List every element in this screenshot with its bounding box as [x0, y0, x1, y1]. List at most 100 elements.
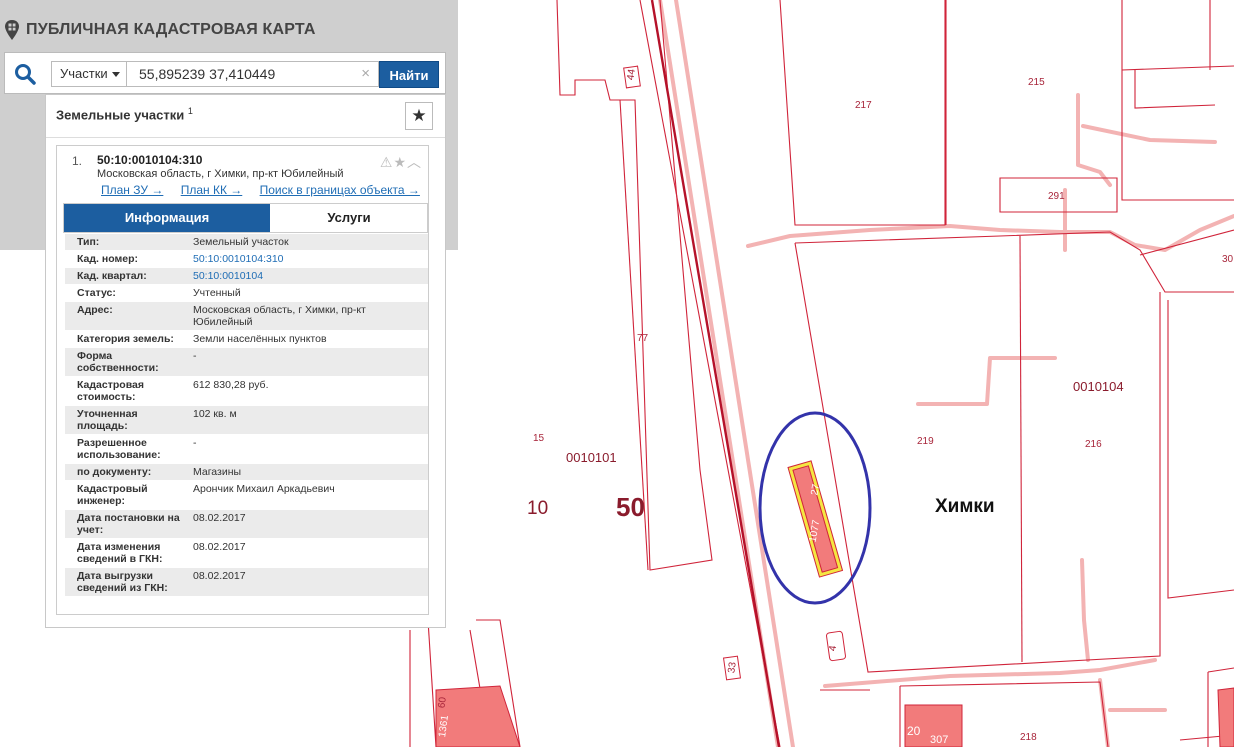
result-card: 1. 50:10:0010104:310 Московская область,…	[56, 145, 429, 615]
info-key: Дата изменения сведений в ГКН:	[77, 541, 163, 565]
road-line	[823, 658, 1157, 688]
info-key: Разрешенное использование:	[77, 437, 161, 461]
plan-zu-link[interactable]: План ЗУ →	[101, 183, 163, 197]
info-key: Дата постановки на учет:	[77, 512, 180, 536]
map-label: 77	[637, 333, 649, 344]
search-button[interactable]: Найти	[379, 61, 439, 88]
result-index: 1.	[72, 154, 83, 168]
parcel-boundary	[794, 242, 1161, 673]
result-tabs: Информация Услуги	[63, 203, 428, 233]
favorite-button[interactable]: ★	[405, 102, 433, 130]
highway-line	[650, 0, 781, 747]
map-label: 219	[917, 436, 934, 447]
results-count: 1	[187, 106, 193, 116]
info-key: Тип:	[77, 236, 100, 248]
map-label: 15	[533, 433, 545, 444]
info-key: Кадастровая стоимость:	[77, 379, 144, 403]
info-value: -	[193, 350, 197, 362]
map-label: 44	[625, 68, 638, 81]
parcel-boundary	[1139, 229, 1234, 256]
search-input[interactable]: 55,895239 37,410449 ×	[127, 61, 379, 87]
parcel-boundary	[1121, 0, 1234, 201]
quarter-label: 0010101	[566, 450, 617, 465]
plan-kk-link[interactable]: План КК →	[181, 183, 243, 197]
map-label: 307	[930, 734, 948, 746]
parcel-boundary	[1019, 235, 1023, 663]
search-icon[interactable]	[13, 62, 37, 86]
parcel-boundary	[779, 0, 946, 226]
info-key: Категория земель:	[77, 333, 174, 345]
info-row: Категория земель: Земли населённых пункто…	[65, 331, 428, 348]
map-label: 218	[1020, 732, 1037, 743]
info-row: Дата изменения сведений в ГКН: 08.02.2017	[65, 539, 428, 568]
district-label: 10	[527, 498, 548, 519]
result-cad-number[interactable]: 50:10:0010104:310	[97, 153, 202, 167]
info-row: Кад. номер: 50:10:0010104:310	[65, 251, 428, 268]
parcel-fill	[1217, 687, 1234, 747]
star-icon[interactable]: ★	[393, 154, 407, 170]
search-in-bounds-link[interactable]: Поиск в границах объекта →	[260, 183, 420, 197]
map-label: 216	[1085, 439, 1102, 450]
result-actions: ⚠★︿	[380, 152, 422, 172]
info-row: по документу: Магазины	[65, 464, 428, 481]
info-value: Арончик Михаил Аркадьевич	[193, 483, 335, 495]
info-value: 08.02.2017	[193, 541, 246, 553]
info-row: Тип: Земельный участок	[65, 234, 428, 251]
info-key: Кадастровый инженер:	[77, 483, 148, 507]
info-key: Статус:	[77, 287, 116, 299]
warning-icon[interactable]: ⚠	[380, 154, 394, 170]
search-type-select[interactable]: Участки	[51, 61, 127, 87]
info-row: Кадастровый инженер: Арончик Михаил Аркад…	[65, 481, 428, 510]
info-value: Земельный участок	[193, 236, 289, 248]
info-row: Статус: Учтенный	[65, 285, 428, 302]
info-key: Адрес:	[77, 304, 113, 316]
map-label: 217	[855, 100, 872, 111]
info-value[interactable]: 50:10:0010104	[185, 268, 428, 284]
search-query: 55,895239 37,410449	[139, 66, 276, 82]
road-line	[1076, 93, 1112, 187]
info-value: 08.02.2017	[193, 512, 246, 524]
map-label: 215	[1028, 77, 1045, 88]
info-value: Земли населённых пунктов	[193, 333, 327, 345]
road-line	[916, 356, 1057, 406]
city-label: Химки	[935, 496, 995, 517]
road-line	[1080, 558, 1090, 662]
info-value[interactable]: 50:10:0010104:310	[185, 251, 428, 267]
search-bar: Участки 55,895239 37,410449 × Найти	[4, 52, 446, 94]
chevron-up-icon[interactable]: ︿	[407, 154, 422, 170]
info-table: Тип: Земельный участок Кад. номер: 50:10:00…	[65, 234, 428, 597]
info-row: Кад. квартал: 50:10:0010104	[65, 268, 428, 285]
quarter-label: 0010104	[1073, 379, 1124, 394]
parcel-boundary	[794, 231, 1234, 293]
info-key: Кад. квартал:	[77, 270, 147, 282]
region-label: 50	[616, 492, 645, 522]
road-line	[1081, 124, 1217, 144]
map-label: 60	[436, 696, 449, 709]
info-row: Адрес: Московская область, г Химки, пр-кт…	[65, 302, 428, 331]
map-label: 291	[1048, 191, 1065, 202]
parcel-boundary	[1121, 65, 1234, 71]
tab-information[interactable]: Информация	[64, 204, 270, 232]
close-icon[interactable]: ×	[361, 62, 370, 86]
selected-parcel[interactable]	[787, 460, 844, 578]
results-title: Земельные участки 1	[56, 106, 193, 123]
app-header: ПУБЛИЧНАЯ КАДАСТРОВАЯ КАРТА	[4, 18, 316, 42]
map-pin-icon	[5, 20, 19, 40]
tab-services[interactable]: Услуги	[270, 204, 428, 232]
chevron-down-icon	[112, 72, 120, 77]
info-key: Форма собственности:	[77, 350, 159, 374]
results-header: Земельные участки 1 ★	[46, 95, 445, 138]
result-links: План ЗУ → План КК → Поиск в границах объ…	[101, 183, 434, 197]
results-panel: Земельные участки 1 ★ 1. 50:10:0010104:3…	[45, 94, 446, 628]
info-value: 612 830,28 руб.	[193, 379, 269, 391]
info-value: Московская область, г Химки, пр-кт Юбиле…	[193, 304, 366, 328]
info-value: -	[193, 437, 197, 449]
info-value: 102 кв. м	[193, 408, 237, 420]
info-row: Дата выгрузки сведений из ГКН: 08.02.2017	[65, 568, 428, 597]
info-row: Разрешенное использование: -	[65, 435, 428, 464]
info-value: Учтенный	[193, 287, 241, 299]
map-label: 33	[726, 661, 739, 674]
info-key: Кад. номер:	[77, 253, 139, 265]
info-value: Магазины	[193, 466, 242, 478]
info-row: Дата постановки на учет: 08.02.2017	[65, 510, 428, 539]
